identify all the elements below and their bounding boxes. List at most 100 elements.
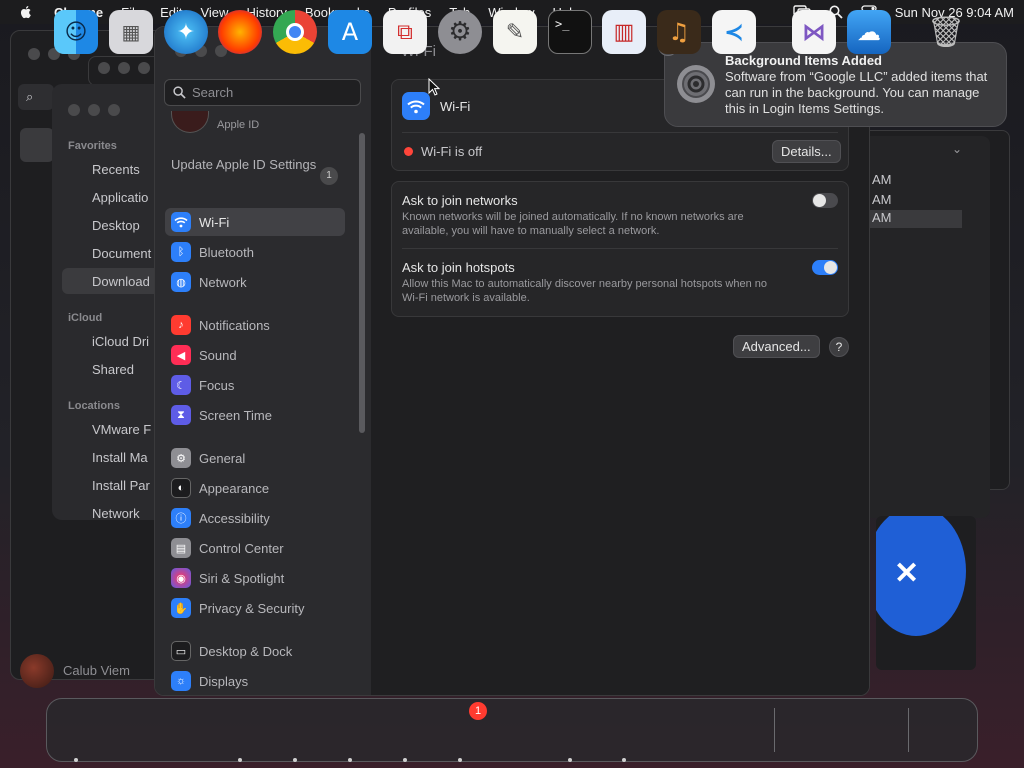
help-button[interactable]: ? [829, 337, 849, 357]
bg-list-row: AM [872, 172, 892, 187]
update-count-badge: 1 [320, 167, 338, 185]
settings-content: Wi-Fi Wi-Fi Wi-Fi is off Details... Ask … [371, 27, 869, 695]
hourglass-icon: ⧗ [171, 405, 191, 425]
sidebar-item-accessibility[interactable]: ⓘ Accessibility [165, 504, 345, 532]
system-settings-badge: 1 [469, 702, 487, 720]
sidebar-item-general[interactable]: ⚙ General [165, 444, 345, 472]
update-apple-id-settings[interactable]: Update Apple ID Settings [171, 157, 345, 173]
garageband-icon[interactable]: ♫ [657, 10, 701, 54]
sidebar-item-control-center[interactable]: ▤ Control Center [165, 534, 345, 562]
apple-id-label[interactable]: Apple ID [217, 119, 259, 131]
finder-item-install-parallels[interactable]: Install Par [92, 478, 150, 493]
finder-section-locations: Locations [68, 400, 120, 412]
settings-search-field[interactable] [164, 79, 361, 106]
apple-id-avatar[interactable] [171, 111, 209, 133]
parallels-desktop-icon[interactable]: ▥ [602, 10, 646, 54]
notification-title: Background Items Added [725, 53, 882, 68]
sidebar-item-label: Privacy & Security [199, 600, 305, 616]
sidebar-item-label: Notifications [199, 317, 270, 333]
sidebar-item-label: Bluetooth [199, 244, 254, 260]
gear-icon: ⚙ [171, 448, 191, 468]
bg-window-2-traffic-lights [98, 62, 150, 74]
vscode-icon[interactable]: ≺ [712, 10, 756, 54]
sidebar-item-displays[interactable]: ☼ Displays [165, 667, 345, 695]
user-avatar[interactable] [20, 654, 54, 688]
firefox-icon[interactable] [218, 10, 262, 54]
wifi-header: Wi-Fi [402, 92, 470, 120]
finder-item-network[interactable]: Network [92, 506, 140, 521]
running-indicator [622, 758, 626, 762]
bg-search-icon: ⌕ [18, 84, 54, 110]
globe-icon: ◍ [171, 272, 191, 292]
finder-section-icloud: iCloud [68, 312, 103, 324]
ask-join-hotspots-desc: Allow this Mac to automatically discover… [402, 278, 768, 304]
wifi-icon [171, 212, 191, 232]
sidebar-item-desktop-dock[interactable]: ▭ Desktop & Dock [165, 637, 345, 665]
notification-background-items[interactable]: Background Items Added Software from “Go… [664, 42, 1007, 127]
sidebar-item-label: Control Center [199, 540, 284, 556]
sidebar-item-focus[interactable]: ☾ Focus [165, 371, 345, 399]
weather-icon[interactable]: ☁ [847, 10, 891, 54]
sidebar-item-label: Siri & Spotlight [199, 570, 285, 586]
advanced-button[interactable]: Advanced... [733, 335, 820, 358]
visual-studio-icon[interactable]: ⋈ [792, 10, 836, 54]
bell-icon: ♪ [171, 315, 191, 335]
system-settings-gear-icon [677, 65, 715, 103]
finder-item-desktop[interactable]: Desktop [92, 218, 140, 233]
search-icon [173, 86, 186, 99]
sidebar-item-siri-spotlight[interactable]: ◉ Siri & Spotlight [165, 564, 345, 592]
sidebar-item-privacy-security[interactable]: ✋ Privacy & Security [165, 594, 345, 622]
finder-item-recents[interactable]: Recents [92, 162, 140, 177]
safari-icon[interactable]: ✦ [164, 10, 208, 54]
system-settings-icon[interactable]: ⚙ [438, 10, 482, 54]
sidebar-item-appearance[interactable]: ◐ Appearance [165, 474, 345, 502]
accessibility-icon: ⓘ [171, 508, 191, 528]
finder-item-icloud-drive[interactable]: iCloud Dri [92, 334, 149, 349]
ask-join-hotspots-toggle[interactable] [812, 260, 838, 275]
moon-icon: ☾ [171, 375, 191, 395]
ask-join-hotspots-title: Ask to join hotspots [402, 260, 515, 275]
sidebar-scrollbar[interactable] [359, 133, 365, 433]
ask-join-networks-desc: Known networks will be joined automatica… [402, 211, 744, 237]
parallels-icon[interactable]: ⧉ [383, 10, 427, 54]
divider [402, 248, 838, 249]
finder-item-install-mac[interactable]: Install Ma [92, 450, 148, 465]
details-button[interactable]: Details... [772, 140, 841, 163]
sidebar-item-bluetooth[interactable]: ᛒ Bluetooth [165, 238, 345, 266]
finder-icon[interactable]: ☺ [54, 10, 98, 54]
running-indicator [458, 758, 462, 762]
sidebar-item-screen-time[interactable]: ⧗ Screen Time [165, 401, 345, 429]
running-indicator [238, 758, 242, 762]
apple-menu-icon[interactable] [18, 4, 34, 20]
terminal-icon[interactable]: >_ [548, 10, 592, 54]
running-indicator [568, 758, 572, 762]
textedit-icon[interactable]: ✎ [493, 10, 537, 54]
search-input[interactable] [192, 85, 342, 100]
display-icon: ☼ [171, 671, 191, 691]
bg-blue-graphic: ✕ [876, 516, 976, 670]
mouse-cursor-icon [428, 78, 440, 96]
finder-item-downloads[interactable]: Download [92, 274, 150, 289]
sidebar-item-wifi[interactable]: Wi-Fi [165, 208, 345, 236]
chrome-icon[interactable] [273, 10, 317, 54]
sidebar-item-label: Network [199, 274, 247, 290]
app-store-icon[interactable]: A [328, 10, 372, 54]
finder-item-shared[interactable]: Shared [92, 362, 134, 377]
ask-join-networks-toggle[interactable] [812, 193, 838, 208]
sidebar-item-notifications[interactable]: ♪ Notifications [165, 311, 345, 339]
trash-icon[interactable]: 🗑 [924, 10, 968, 54]
running-indicator [74, 758, 78, 762]
finder-item-documents[interactable]: Document [92, 246, 151, 261]
wifi-icon [402, 92, 430, 120]
launchpad-icon[interactable]: ▦ [109, 10, 153, 54]
sidebar-item-sound[interactable]: ◀ Sound [165, 341, 345, 369]
sidebar-item-network[interactable]: ◍ Network [165, 268, 345, 296]
running-indicator [403, 758, 407, 762]
user-name[interactable]: Calub Viem [63, 663, 130, 678]
dock-separator [908, 708, 909, 752]
bg-list-row-selected: AM [870, 210, 962, 228]
finder-item-vmware[interactable]: VMware F [92, 422, 151, 437]
finder-item-applications[interactable]: Applicatio [92, 190, 148, 205]
speaker-icon: ◀ [171, 345, 191, 365]
settings-sidebar: Apple ID Update Apple ID Settings 1 Wi-F… [155, 27, 371, 695]
